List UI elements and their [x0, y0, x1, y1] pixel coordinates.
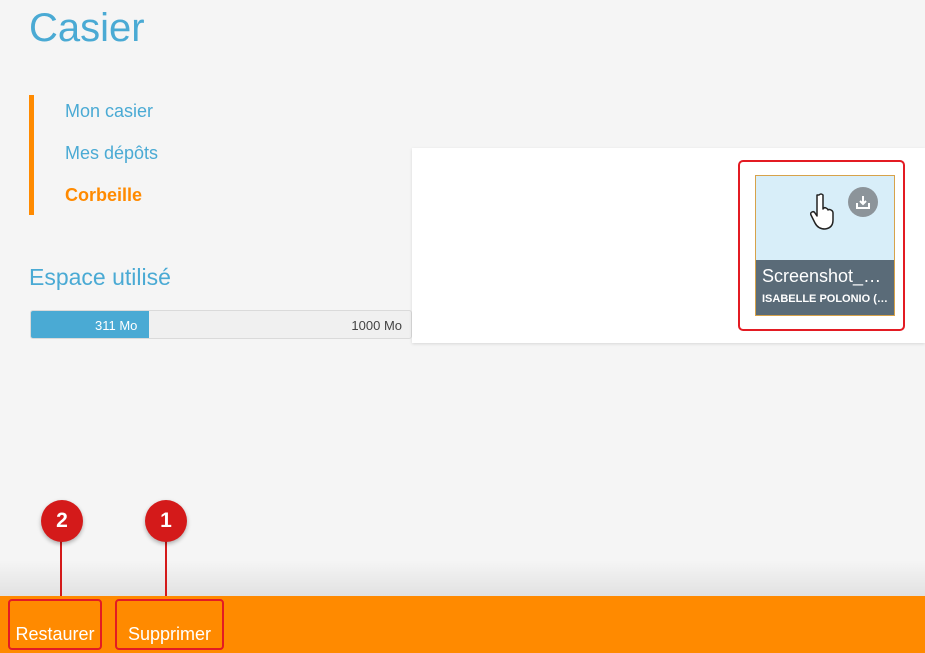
callout-badge-restore: 2 [41, 500, 83, 542]
storage-total-value: 1000 Mo [351, 318, 402, 333]
nav-item-corbeille[interactable]: Corbeille [65, 185, 142, 206]
hand-pointer-icon [809, 192, 836, 235]
storage-title: Espace utilisé [29, 264, 171, 290]
locker-nav: Mon casier Mes dépôts Corbeille [29, 95, 289, 215]
file-card[interactable]: Screenshot_2… ISABELLE POLONIO (… [755, 175, 895, 316]
nav-item-mon-casier[interactable]: Mon casier [65, 101, 153, 122]
restore-button[interactable]: Restaurer [8, 599, 102, 650]
storage-used-value: 311 Mo [95, 318, 138, 333]
file-card-info: Screenshot_2… ISABELLE POLONIO (… [756, 260, 894, 315]
file-owner: ISABELLE POLONIO (… [762, 293, 888, 305]
callout-badge-delete: 1 [145, 500, 187, 542]
download-tray-icon[interactable] [848, 187, 878, 217]
action-bar-shadow [0, 560, 925, 596]
action-bar: Restaurer Supprimer [0, 596, 925, 653]
storage-usage-bar: 311 Mo 1000 Mo [30, 310, 412, 339]
delete-button[interactable]: Supprimer [115, 599, 224, 650]
file-name: Screenshot_2… [762, 266, 888, 286]
page-title: Casier [29, 6, 145, 50]
nav-item-mes-depots[interactable]: Mes dépôts [65, 143, 158, 164]
trash-page: Casier Mon casier Mes dépôts Corbeille E… [0, 0, 925, 653]
